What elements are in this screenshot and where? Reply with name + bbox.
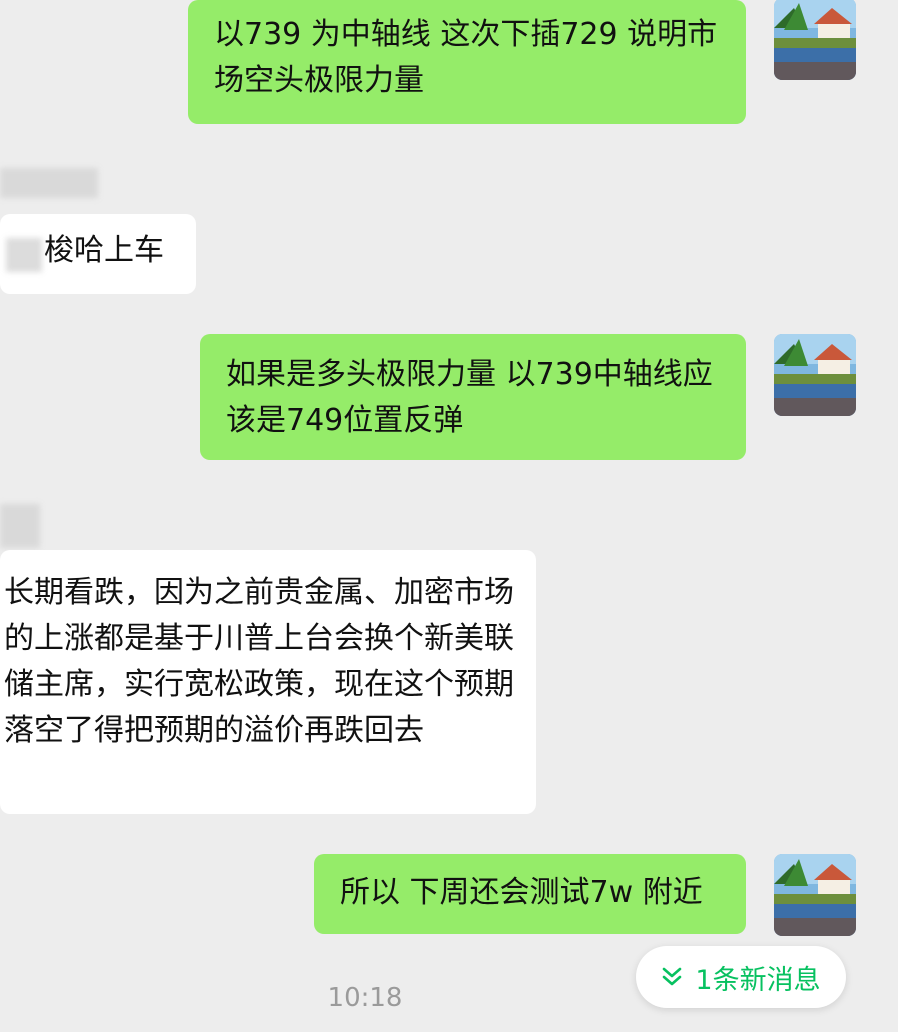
message-text: 梭哈上车 (44, 233, 164, 268)
new-message-button[interactable]: 1条新消息 (636, 946, 846, 1008)
resort-pool-avatar-icon (774, 854, 856, 936)
avatar[interactable] (774, 334, 856, 416)
message-bubble-incoming[interactable]: 梭哈上车 (0, 214, 196, 294)
avatar[interactable] (774, 0, 856, 80)
resort-pool-avatar-icon (774, 334, 856, 416)
message-text: 以739 为中轴线 这次下插729 说明市场空头极限力量 (214, 17, 718, 98)
message-bubble-incoming[interactable]: 长期看跌，因为之前贵金属、加密市场的上涨都是基于川普上台会换个新美联储主席，实行… (0, 550, 536, 814)
double-chevron-down-icon (663, 967, 682, 986)
message-bubble-outgoing[interactable]: 所以 下周还会测试7w 附近 (314, 854, 746, 934)
message-text: 如果是多头极限力量 以739中轴线应该是749位置反弹 (226, 357, 713, 438)
resort-pool-avatar-icon (774, 0, 856, 80)
chat-view: 以739 为中轴线 这次下插729 说明市场空头极限力量 梭哈上车 如果是多头极… (0, 0, 898, 1032)
message-bubble-outgoing[interactable]: 以739 为中轴线 这次下插729 说明市场空头极限力量 (188, 0, 746, 124)
new-message-label: 1条新消息 (695, 964, 821, 996)
sender-name-blur (0, 504, 40, 548)
redacted-text-blur (6, 238, 42, 272)
message-text: 所以 下周还会测试7w 附近 (340, 875, 703, 910)
timestamp: 10:18 (327, 983, 403, 1013)
avatar[interactable] (774, 854, 856, 936)
sender-name-blur (0, 168, 98, 198)
message-bubble-outgoing[interactable]: 如果是多头极限力量 以739中轴线应该是749位置反弹 (200, 334, 746, 460)
message-text: 长期看跌，因为之前贵金属、加密市场的上涨都是基于川普上台会换个新美联储主席，实行… (4, 575, 514, 748)
